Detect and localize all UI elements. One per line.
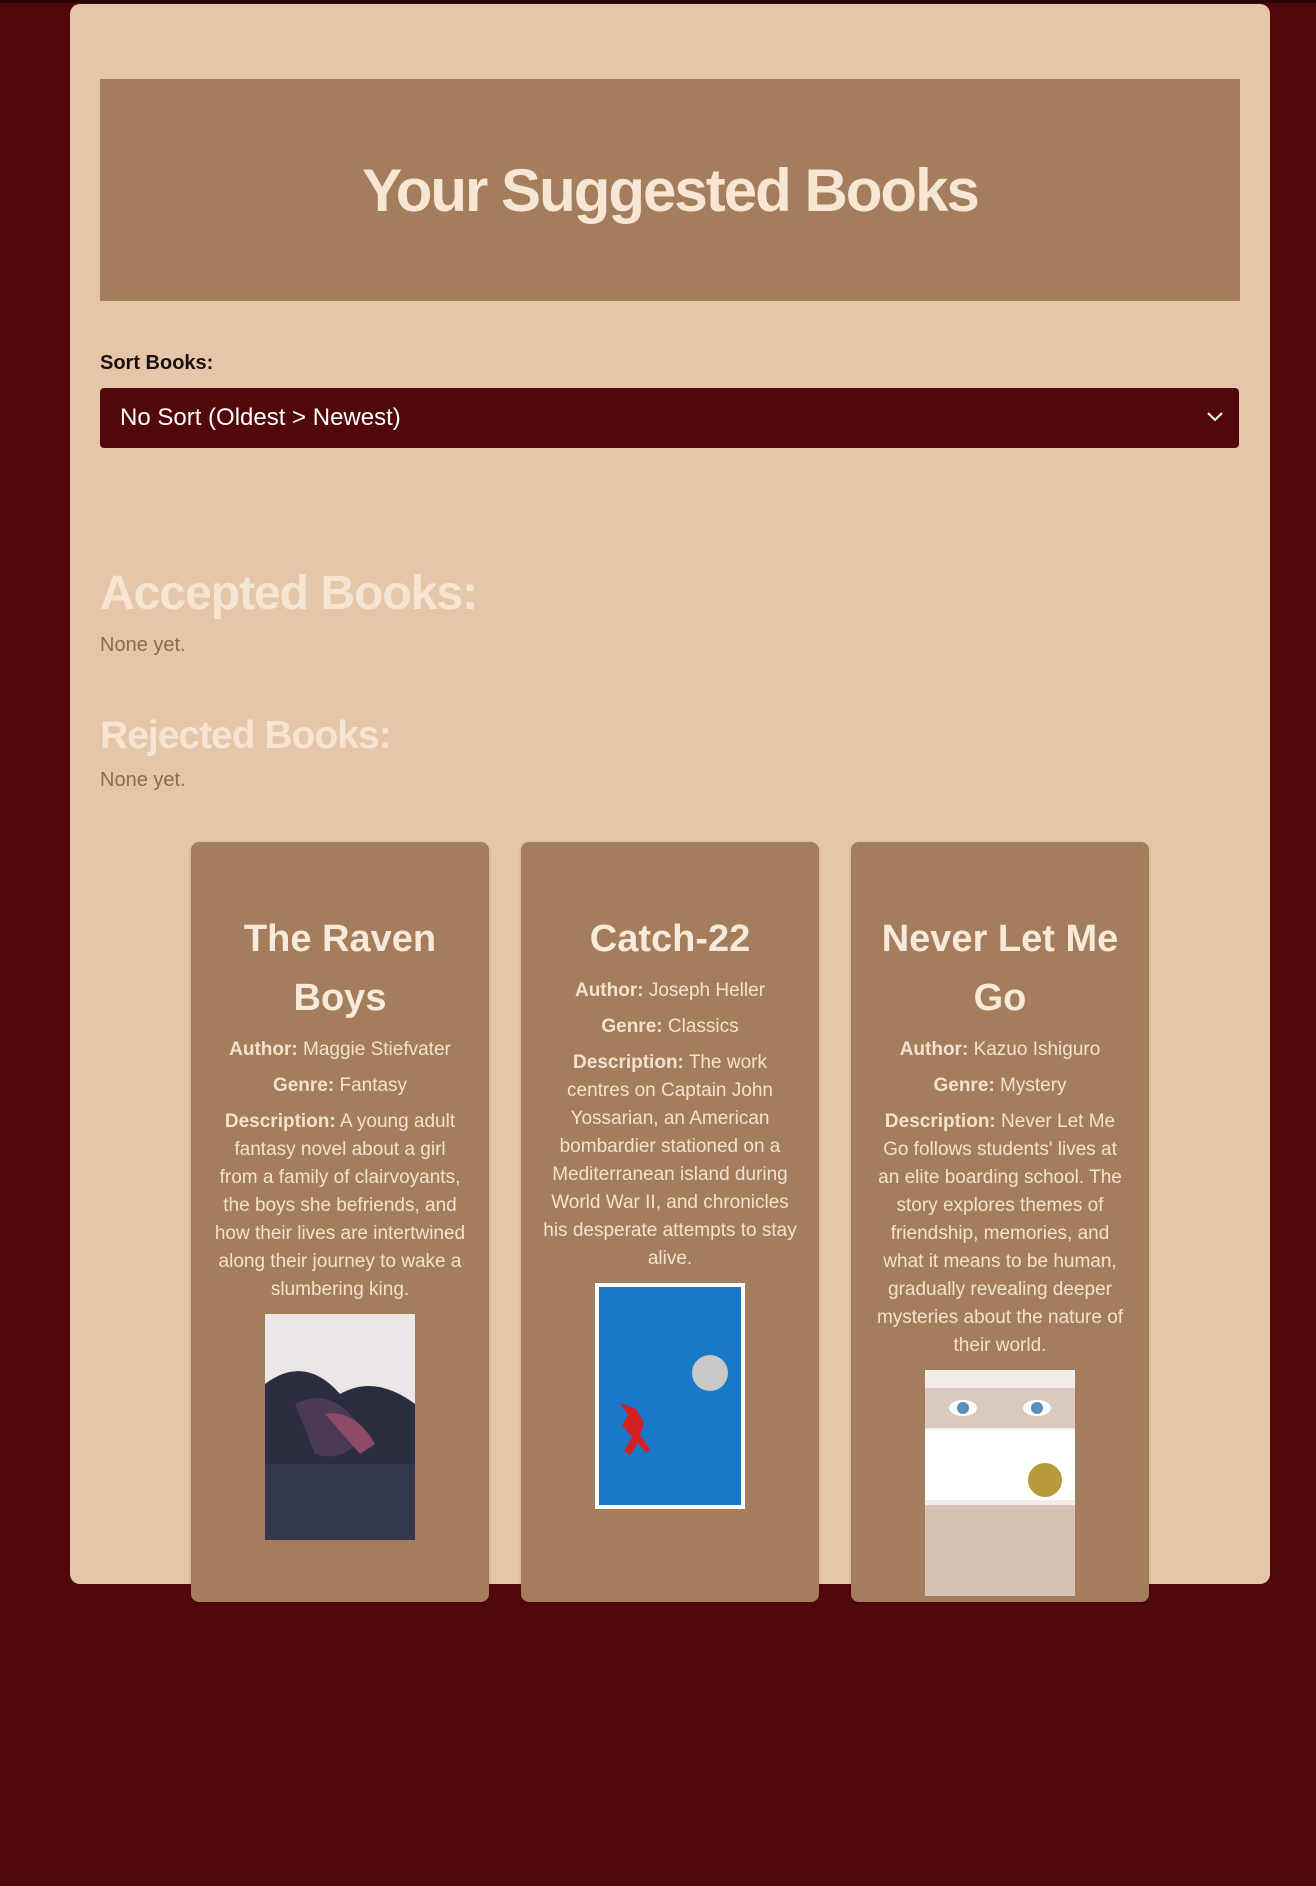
book-cover-image — [595, 1283, 745, 1509]
rejected-books-empty: None yet. — [100, 769, 186, 791]
book-card: Catch-22 Author: Joseph Heller Genre: Cl… — [521, 842, 819, 1886]
genre-value: Mystery — [1000, 1075, 1067, 1096]
author-value: Maggie Stiefvater — [303, 1039, 451, 1060]
book-cover-image — [265, 1314, 415, 1540]
book-card: Never Let Me Go Author: Kazuo Ishiguro G… — [851, 842, 1149, 1602]
author-label: Author: — [229, 1039, 298, 1060]
description-label: Description: — [224, 1111, 336, 1132]
accepted-books-heading: Accepted Books: — [100, 567, 478, 620]
card-actions — [543, 1846, 779, 1886]
book-title: The Raven Boys — [243, 918, 437, 1019]
page-title: Your Suggested Books — [362, 156, 980, 224]
genre-value: Fantasy — [339, 1075, 408, 1096]
author-label: Author: — [899, 1039, 969, 1060]
book-author: Author: Joseph Heller — [543, 977, 797, 1005]
author-value: Kazuo Ishiguro — [973, 1039, 1101, 1060]
top-edge — [0, 0, 1316, 3]
description-label: Description: — [573, 1052, 684, 1073]
book-genre: Genre: Mystery — [873, 1072, 1127, 1100]
reject-button[interactable] — [666, 1846, 779, 1886]
book-title: Catch-22 — [589, 918, 751, 960]
book-genre: Genre: Classics — [543, 1013, 797, 1041]
description-value: A young adult fantasy novel about a girl… — [214, 1111, 466, 1300]
description-value: The work centres on Captain John Yossari… — [543, 1052, 797, 1269]
book-title: Never Let Me Go — [881, 918, 1119, 1019]
accept-button[interactable] — [543, 1846, 656, 1886]
book-description: Description: The work centres on Captain… — [543, 1049, 797, 1273]
book-card: The Raven Boys Author: Maggie Stiefvater… — [191, 842, 489, 1602]
book-description: Description: A young adult fantasy novel… — [213, 1108, 467, 1304]
genre-label: Genre: — [601, 1016, 663, 1037]
genre-label: Genre: — [272, 1075, 335, 1096]
page-header: Your Suggested Books — [100, 79, 1240, 301]
book-description: Description: Never Let Me Go follows stu… — [873, 1108, 1127, 1360]
main-panel: Your Suggested Books Sort Books: No Sort… — [70, 4, 1270, 1886]
genre-value: Classics — [667, 1016, 739, 1037]
chevron-down-icon — [1207, 412, 1223, 422]
book-cover-image — [925, 1370, 1075, 1596]
author-label: Author: — [574, 980, 644, 1001]
sort-selected-value: No Sort (Oldest > Newest) — [120, 404, 401, 431]
book-author: Author: Maggie Stiefvater — [213, 1036, 467, 1064]
description-label: Description: — [884, 1111, 996, 1132]
author-value: Joseph Heller — [648, 980, 766, 1001]
accepted-books-empty: None yet. — [100, 634, 186, 656]
book-author: Author: Kazuo Ishiguro — [873, 1036, 1127, 1064]
book-genre: Genre: Fantasy — [213, 1072, 467, 1100]
sort-select[interactable]: No Sort (Oldest > Newest) — [100, 388, 1239, 448]
genre-label: Genre: — [933, 1075, 995, 1096]
rejected-books-heading: Rejected Books: — [100, 714, 392, 757]
description-value: Never Let Me Go follows students' lives … — [876, 1111, 1124, 1356]
sort-label: Sort Books: — [100, 352, 214, 374]
